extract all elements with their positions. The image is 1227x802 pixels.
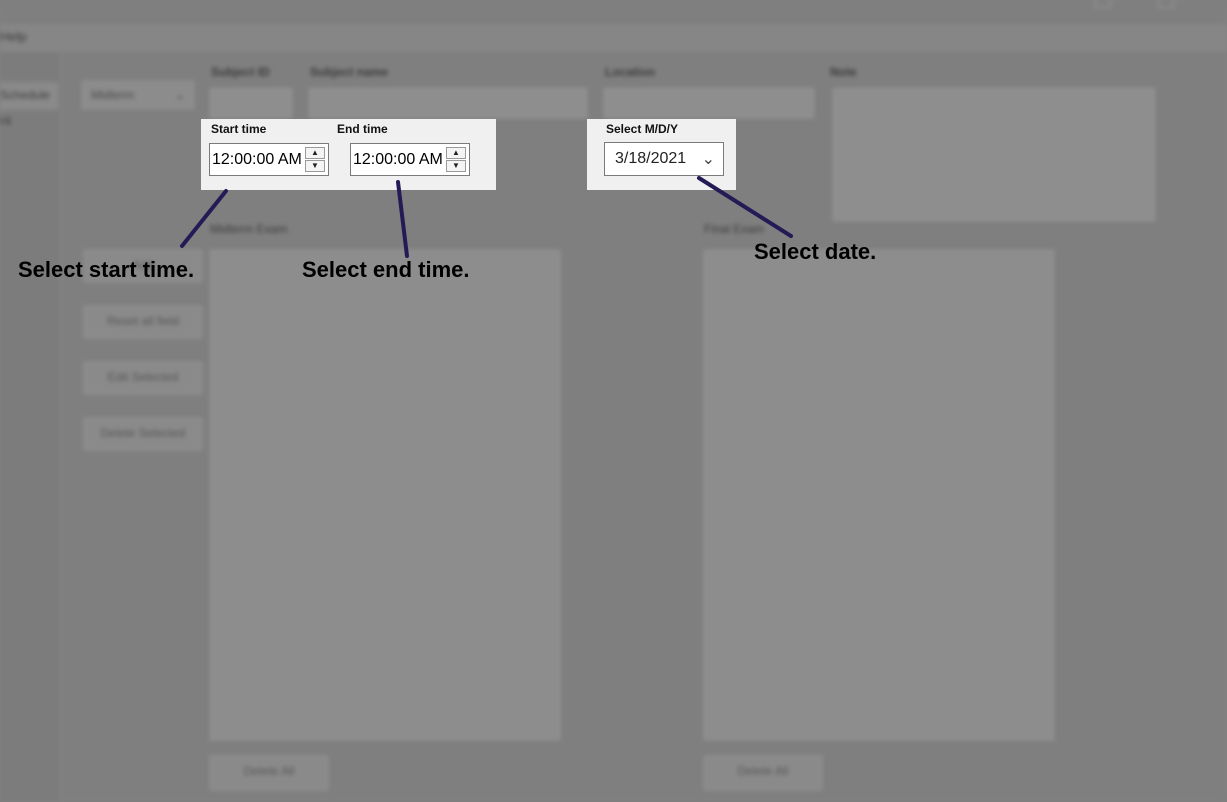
callout-line-end bbox=[396, 180, 409, 258]
callout-start-time: Select start time. bbox=[18, 257, 195, 282]
callout-select-date: Select date. bbox=[754, 239, 877, 264]
callout-line-start bbox=[180, 189, 228, 248]
callout-line-date bbox=[697, 176, 793, 238]
callout-lines bbox=[180, 176, 793, 258]
callout-end-time: Select end time. bbox=[302, 257, 470, 282]
